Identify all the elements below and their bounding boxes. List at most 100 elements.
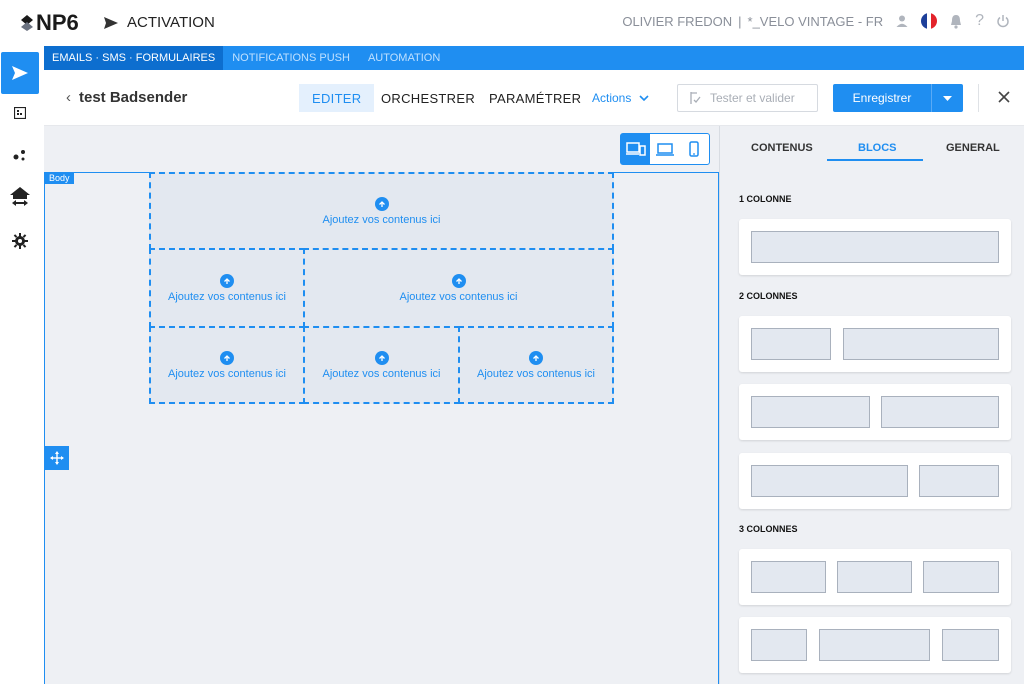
block-template-2-columns-wide-narrow[interactable]	[739, 453, 1011, 509]
subnav-automation[interactable]: AUTOMATION	[359, 46, 449, 70]
block-column	[843, 328, 999, 360]
sub-navigation: EMAILS · SMS · FORMULAIRES NOTIFICATIONS…	[44, 46, 1024, 70]
toolbar-divider	[978, 84, 979, 112]
smartphone-icon	[689, 141, 700, 157]
close-icon	[998, 91, 1010, 103]
tab-editer[interactable]: EDITER	[299, 84, 375, 112]
send-icon	[12, 66, 28, 80]
test-validate-label: Tester et valider	[710, 91, 795, 105]
rail-item-settings[interactable]	[0, 221, 40, 261]
panel-tab-general[interactable]: GENERAL	[946, 142, 1000, 154]
active-tab-indicator	[827, 159, 923, 161]
add-content-icon[interactable]	[529, 350, 543, 365]
calculator-icon	[14, 107, 26, 119]
top-header: NP6 ACTIVATION OLIVIER FREDON | *_VELO V…	[0, 0, 1024, 46]
back-button[interactable]: ‹ test Badsender	[66, 89, 187, 106]
email-canvas: Body Ajoutez vos contenus ici Ajoutez vo…	[44, 126, 719, 684]
rail-item-send[interactable]	[1, 52, 39, 94]
test-validate-button[interactable]: Tester et valider	[677, 84, 818, 112]
app-title: ACTIVATION	[103, 14, 215, 31]
drop-zone-text: Ajoutez vos contenus ici	[322, 367, 441, 380]
rail-item-reports[interactable]	[0, 93, 40, 133]
save-label: Enregistrer	[852, 91, 912, 105]
drop-zone-text: Ajoutez vos contenus ici	[167, 290, 286, 303]
actions-label: Actions	[592, 91, 632, 105]
french-flag-icon[interactable]	[921, 13, 938, 29]
help-icon[interactable]: ?	[975, 12, 984, 30]
actions-dropdown[interactable]: Actions	[592, 91, 649, 105]
rail-item-data[interactable]	[0, 177, 40, 217]
section-title-2-columns: 2 COLONNES	[739, 291, 798, 301]
block-template-2-columns-equal[interactable]	[739, 384, 1011, 440]
block-column	[751, 465, 908, 497]
content-drop-zone[interactable]: Ajoutez vos contenus ici	[149, 326, 305, 404]
device-responsive-button[interactable]	[621, 134, 651, 164]
block-template-1-column[interactable]	[739, 219, 1011, 275]
add-content-icon[interactable]	[374, 196, 389, 211]
block-column	[751, 561, 826, 593]
drop-zone-text: Ajoutez vos contenus ici	[399, 290, 518, 303]
laptop-icon	[655, 142, 674, 156]
block-template-3-columns-wide-center[interactable]	[739, 617, 1011, 673]
power-icon[interactable]	[996, 14, 1010, 28]
send-icon	[104, 16, 118, 29]
add-content-icon[interactable]	[374, 350, 389, 365]
device-mobile-button[interactable]	[680, 134, 709, 164]
drop-zone-text: Ajoutez vos contenus ici	[476, 367, 595, 380]
block-column	[919, 465, 999, 497]
block-column	[923, 561, 999, 593]
block-column	[751, 396, 870, 428]
gear-icon	[12, 233, 28, 249]
account-name[interactable]: *_VELO VINTAGE - FR	[748, 14, 884, 29]
content-drop-zone[interactable]: Ajoutez vos contenus ici	[149, 172, 614, 250]
move-arrows-icon	[50, 451, 64, 465]
user-separator: |	[738, 13, 742, 29]
editor-toolbar: ‹ test Badsender EDITER ORCHESTRER PARAM…	[44, 70, 1024, 126]
message-title: test Badsender	[79, 89, 188, 106]
add-content-icon[interactable]	[220, 350, 234, 365]
drop-zone-text: Ajoutez vos contenus ici	[322, 213, 441, 226]
add-content-icon[interactable]	[451, 273, 466, 288]
rail-item-audience[interactable]	[0, 135, 40, 175]
subnav-notifications-push[interactable]: NOTIFICATIONS PUSH	[223, 46, 359, 70]
np6-logo[interactable]: NP6	[20, 10, 79, 36]
check-flag-icon	[690, 92, 701, 104]
block-column	[819, 629, 930, 661]
close-editor-button[interactable]	[995, 88, 1013, 106]
bell-icon[interactable]	[949, 14, 963, 29]
panel-tab-blocs[interactable]: BLOCS	[858, 142, 897, 154]
block-template-2-columns-narrow-wide[interactable]	[739, 316, 1011, 372]
chevron-down-icon	[639, 95, 649, 101]
user-icon[interactable]	[895, 14, 909, 28]
caret-down-icon	[943, 95, 952, 101]
content-drop-zone[interactable]: Ajoutez vos contenus ici	[303, 248, 614, 328]
save-button[interactable]: Enregistrer	[833, 84, 963, 112]
subnav-emails[interactable]: EMAILS · SMS · FORMULAIRES	[44, 46, 224, 70]
move-handle[interactable]	[45, 446, 69, 470]
responsive-devices-icon	[625, 142, 646, 156]
tab-orchestrer[interactable]: ORCHESTRER	[381, 84, 475, 112]
chevron-left-icon: ‹	[66, 89, 71, 106]
add-content-icon[interactable]	[220, 273, 234, 288]
user-name[interactable]: OLIVIER FREDON	[622, 14, 732, 29]
device-desktop-button[interactable]	[650, 134, 679, 164]
block-column	[751, 328, 831, 360]
block-template-3-columns-equal[interactable]	[739, 549, 1011, 605]
content-drop-zone[interactable]: Ajoutez vos contenus ici	[303, 326, 460, 404]
block-column	[751, 231, 999, 263]
section-title-3-columns: 3 COLONNES	[739, 524, 798, 534]
save-options-toggle[interactable]	[931, 84, 963, 112]
user-area: OLIVIER FREDON | *_VELO VINTAGE - FR ?	[622, 12, 1010, 30]
panel-tab-contenus[interactable]: CONTENUS	[751, 142, 813, 154]
app-title-text: ACTIVATION	[127, 14, 215, 31]
molecule-icon	[13, 150, 25, 161]
tab-parametrer[interactable]: PARAMÉTRER	[489, 84, 581, 112]
logo-text: NP6	[36, 10, 79, 35]
body-tag: Body	[45, 172, 74, 184]
content-drop-zone[interactable]: Ajoutez vos contenus ici	[458, 326, 614, 404]
blocks-panel: CONTENUS BLOCS GENERAL 1 COLONNE 2 COLON…	[719, 126, 1024, 684]
drop-zone-text: Ajoutez vos contenus ici	[167, 367, 286, 380]
house-arrows-icon	[10, 187, 30, 206]
block-column	[837, 561, 912, 593]
content-drop-zone[interactable]: Ajoutez vos contenus ici	[149, 248, 305, 328]
